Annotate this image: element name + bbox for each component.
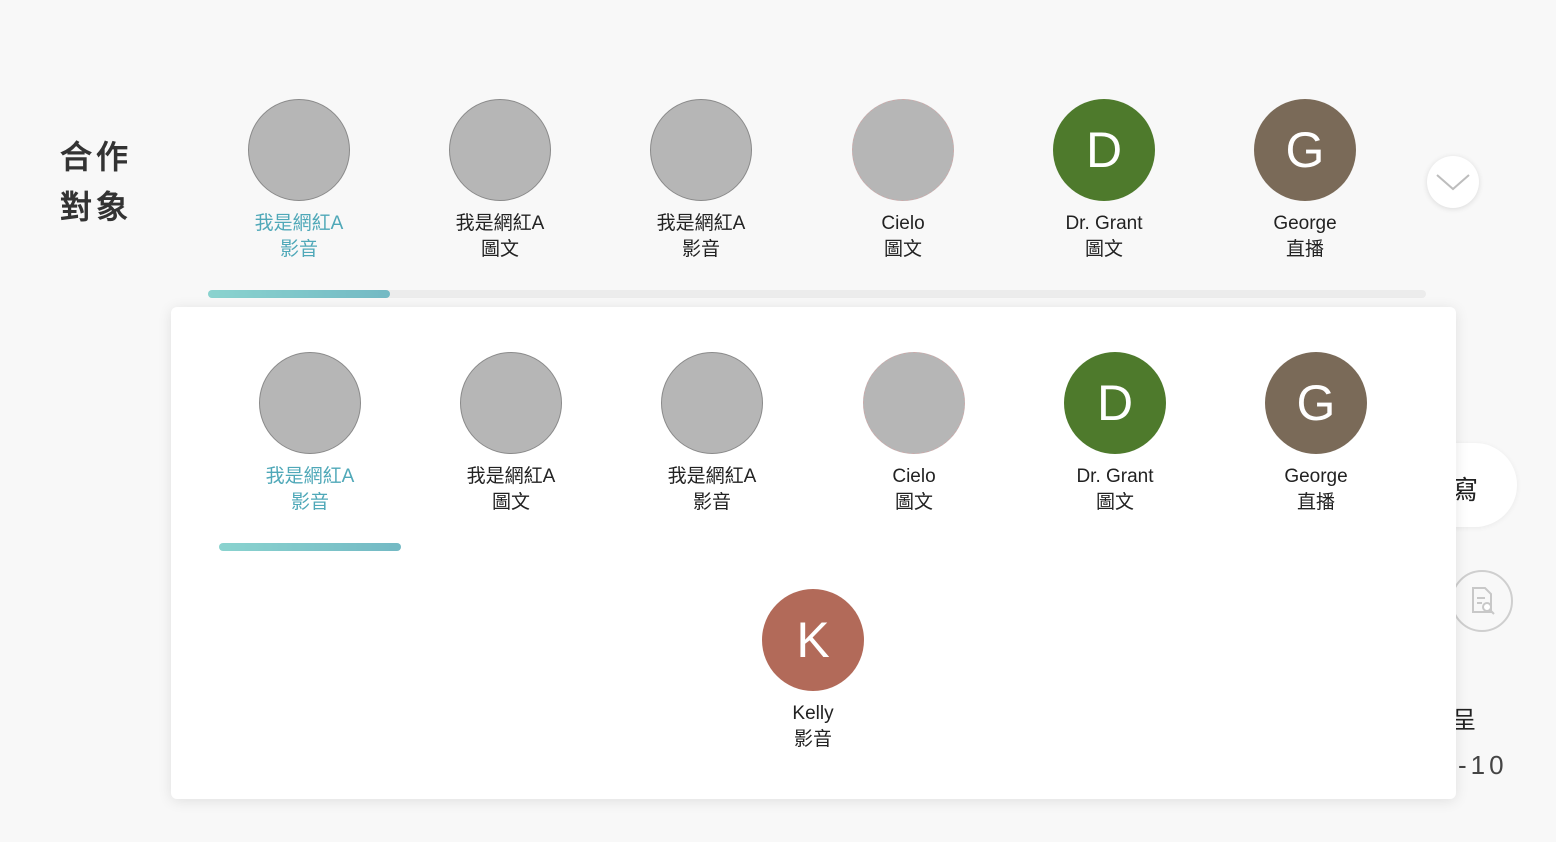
creator-name: Cielo <box>892 466 936 487</box>
avatar-initial: D <box>1085 122 1123 178</box>
avatar-initial: G <box>1296 375 1336 431</box>
section-label-collaborators: 合作 對象 <box>60 132 132 232</box>
creator-type: 圖文 <box>491 492 530 513</box>
chevron-down-icon <box>1436 174 1470 191</box>
avatar-initial: K <box>796 612 830 668</box>
creator-avatar <box>650 99 752 201</box>
creator-name: 我是網紅A <box>455 213 545 234</box>
avatar-initial: G <box>1285 122 1325 178</box>
creator-type: 影音 <box>279 239 318 260</box>
creator-type: 影音 <box>692 492 731 513</box>
creator-name: 我是網紅A <box>656 213 746 234</box>
creator-type: 圖文 <box>894 492 933 513</box>
creator-name: Cielo <box>881 213 925 234</box>
creator-avatar <box>863 352 965 454</box>
creator-dropdown-panel: 我是網紅A 影音 我是網紅A 圖文 我是網紅A 影音 Cielo 圖文 D Dr… <box>171 307 1456 799</box>
creator-item[interactable]: Cielo 圖文 <box>814 352 1014 516</box>
creator-name: Dr. Grant <box>1065 213 1143 234</box>
carousel-scrollbar[interactable] <box>208 290 1426 298</box>
creator-item[interactable]: D Dr. Grant 圖文 <box>1015 352 1215 516</box>
creator-avatar <box>449 99 551 201</box>
section-label-line1: 合作 <box>60 139 133 175</box>
creator-name: Dr. Grant <box>1076 466 1154 487</box>
creator-name: 我是網紅A <box>265 466 355 487</box>
creator-item[interactable]: G George 直播 <box>1216 352 1416 516</box>
creator-avatar <box>248 99 350 201</box>
creator-item[interactable]: G George 直播 <box>1205 99 1405 263</box>
creator-avatar: K <box>762 589 864 691</box>
avatar-initial: D <box>1096 375 1134 431</box>
creator-item[interactable]: K Kelly 影音 <box>713 589 913 753</box>
creator-item[interactable]: Cielo 圖文 <box>803 99 1003 263</box>
creator-type: 影音 <box>793 729 832 750</box>
creator-item[interactable]: D Dr. Grant 圖文 <box>1004 99 1204 263</box>
carousel-scrollbar-thumb[interactable] <box>208 290 390 298</box>
creator-item[interactable]: 我是網紅A 影音 <box>210 352 410 516</box>
creator-name: George <box>1284 466 1348 487</box>
creator-item[interactable]: 我是網紅A 圖文 <box>400 99 600 263</box>
creator-name: Kelly <box>792 703 834 724</box>
creator-type: 影音 <box>681 239 720 260</box>
selected-item-underline <box>219 543 401 551</box>
creator-avatar <box>460 352 562 454</box>
section-label-line2: 對象 <box>60 189 133 225</box>
creator-item[interactable]: 我是網紅A 影音 <box>612 352 812 516</box>
creator-name: 我是網紅A <box>667 466 757 487</box>
creator-avatar: D <box>1064 352 1166 454</box>
creator-name: George <box>1273 213 1337 234</box>
creator-type: 圖文 <box>1095 492 1134 513</box>
creator-item[interactable]: 我是網紅A 圖文 <box>411 352 611 516</box>
document-search-icon <box>1472 587 1495 615</box>
creator-avatar: G <box>1265 352 1367 454</box>
creator-type: 影音 <box>290 492 329 513</box>
creator-type: 圖文 <box>480 239 519 260</box>
creator-item[interactable]: 我是網紅A 影音 <box>601 99 801 263</box>
creator-avatar <box>852 99 954 201</box>
creator-avatar <box>661 352 763 454</box>
creator-type: 直播 <box>1285 239 1324 260</box>
creator-item[interactable]: 我是網紅A 影音 <box>199 99 399 263</box>
creator-name: 我是網紅A <box>254 213 344 234</box>
preview-button[interactable] <box>1451 570 1513 632</box>
creator-avatar: G <box>1254 99 1356 201</box>
creator-avatar <box>259 352 361 454</box>
creator-type: 直播 <box>1296 492 1335 513</box>
creator-type: 圖文 <box>1084 239 1123 260</box>
right-side-partial-number: -10 <box>1458 750 1508 780</box>
creator-type: 圖文 <box>883 239 922 260</box>
expand-button[interactable] <box>1427 156 1479 208</box>
creator-name: 我是網紅A <box>466 466 556 487</box>
creator-avatar: D <box>1053 99 1155 201</box>
